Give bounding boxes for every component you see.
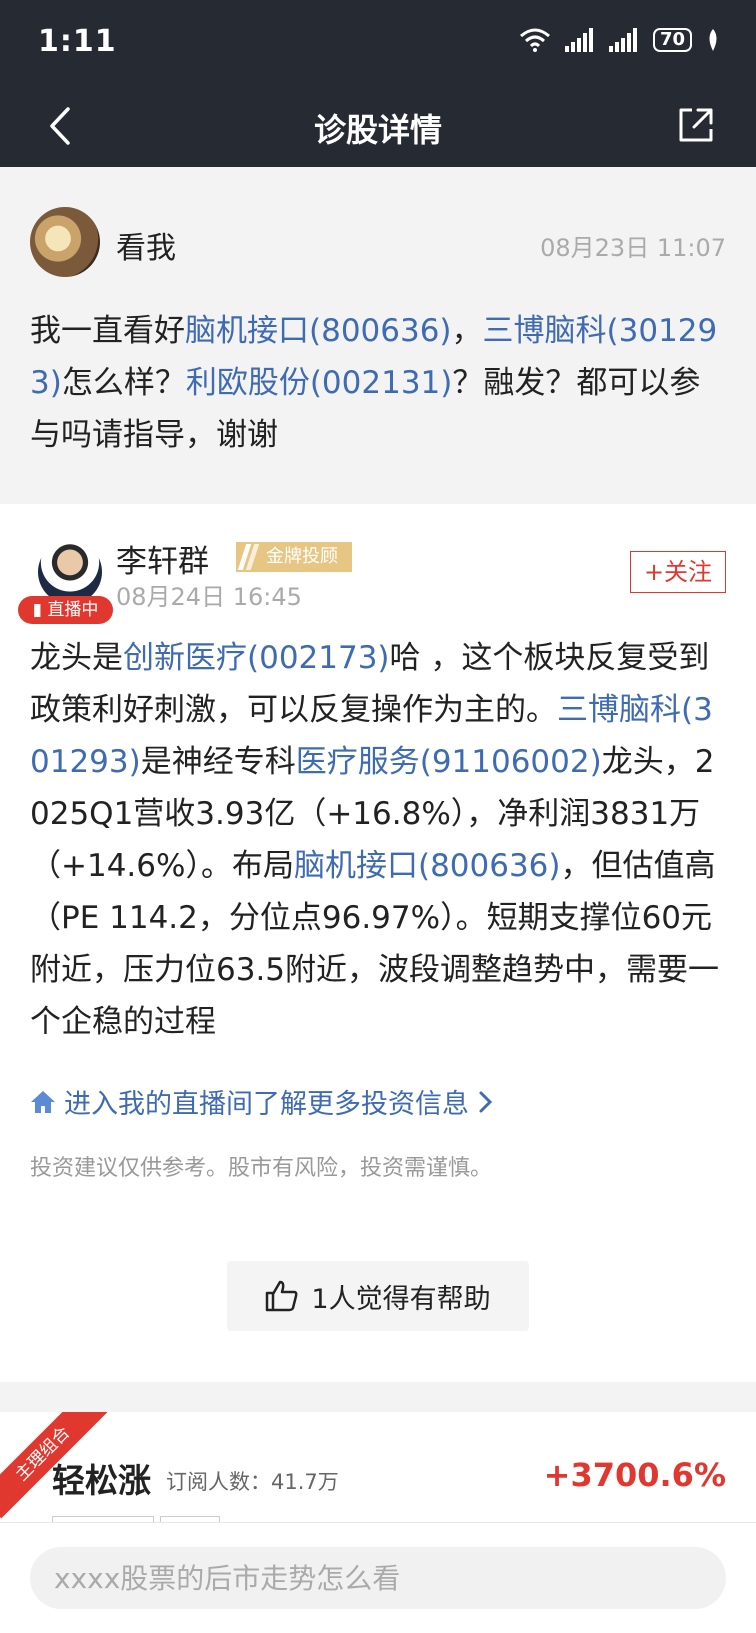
signal-icon xyxy=(564,28,593,52)
question-card: 看我 08月23日 11:07 我一直看好脑机接口(800636)，三博脑科(3… xyxy=(0,167,756,504)
helpful-count: 1人觉得有帮助 xyxy=(311,1283,491,1315)
portfolio-card[interactable]: 主理组合 轻松涨 订阅人数：41.7万 +3700.6% xyxy=(0,1412,756,1522)
live-room-link-label: 进入我的直播间了解更多投资信息 xyxy=(64,1089,469,1120)
status-time: 1:11 xyxy=(38,24,117,59)
portfolio-title: 轻松涨 xyxy=(52,1461,151,1500)
portfolio-gain: +3700.6% xyxy=(543,1456,726,1494)
question-input[interactable] xyxy=(30,1547,726,1609)
thumbs-up-icon xyxy=(266,1280,298,1312)
wifi-icon xyxy=(519,28,550,52)
helpful-button[interactable]: 1人觉得有帮助 xyxy=(227,1261,529,1331)
live-bars-icon: ▮ xyxy=(32,600,48,620)
question-time: 08月23日 11:07 xyxy=(540,234,726,262)
text-segment: 是神经专科 xyxy=(140,744,296,780)
gold-advisor-badge: 金牌投顾 xyxy=(236,542,352,572)
stock-link[interactable]: 创新医疗(002173) xyxy=(123,640,390,676)
battery-indicator: 70 xyxy=(652,28,692,52)
section-divider xyxy=(0,1382,756,1412)
answer-text: 龙头是创新医疗(002173)哈 ，这个板块反复受到政策利好刺激，可以反复操作为… xyxy=(30,632,730,1048)
answer-time: 08月24日 16:45 xyxy=(116,583,302,611)
page-title: 诊股详情 xyxy=(313,111,442,149)
advisor-name: 李轩群 xyxy=(116,544,209,580)
signal-icon-2 xyxy=(608,28,637,52)
status-icons: 70 xyxy=(519,28,720,52)
live-badge-label: 直播中 xyxy=(47,600,99,620)
stock-link[interactable]: 脑机接口(800636) xyxy=(294,848,561,884)
status-bar: 1:11 70 xyxy=(0,0,756,85)
text-segment: ， xyxy=(451,313,483,349)
portfolio-subscribers: 订阅人数：41.7万 xyxy=(166,1470,339,1494)
text-segment: 怎么样？ xyxy=(61,365,186,401)
stock-link[interactable]: 医疗服务(91106002) xyxy=(296,744,602,780)
bottom-bar xyxy=(0,1522,756,1633)
follow-button[interactable]: +关注 xyxy=(630,551,726,593)
advisor-avatar[interactable] xyxy=(38,540,102,604)
text-segment: 龙头是 xyxy=(30,640,123,676)
asker-name: 看我 xyxy=(116,231,176,266)
live-badge[interactable]: ▮ 直播中 xyxy=(18,596,113,624)
stock-link[interactable]: 利欧股份(002131) xyxy=(186,365,453,401)
live-room-link[interactable]: 进入我的直播间了解更多投资信息 xyxy=(30,1082,495,1121)
answer-header: ▮ 直播中 李轩群 金牌投顾 08月24日 16:45 +关注 xyxy=(0,504,756,624)
text-segment: 我一直看好 xyxy=(30,313,185,349)
home-icon xyxy=(31,1090,55,1113)
nav-bar: 诊股详情 xyxy=(0,85,756,167)
stock-link[interactable]: 脑机接口(800636) xyxy=(185,313,452,349)
share-icon[interactable] xyxy=(676,105,716,145)
question-text: 我一直看好脑机接口(800636)，三博脑科(301293)怎么样？利欧股份(0… xyxy=(30,305,730,461)
disclaimer: 投资建议仅供参考。股市有风险，投资需谨慎。 xyxy=(30,1156,493,1181)
leaf-icon xyxy=(709,29,717,51)
asker-avatar[interactable] xyxy=(30,207,100,277)
chevron-right-icon xyxy=(479,1091,493,1112)
